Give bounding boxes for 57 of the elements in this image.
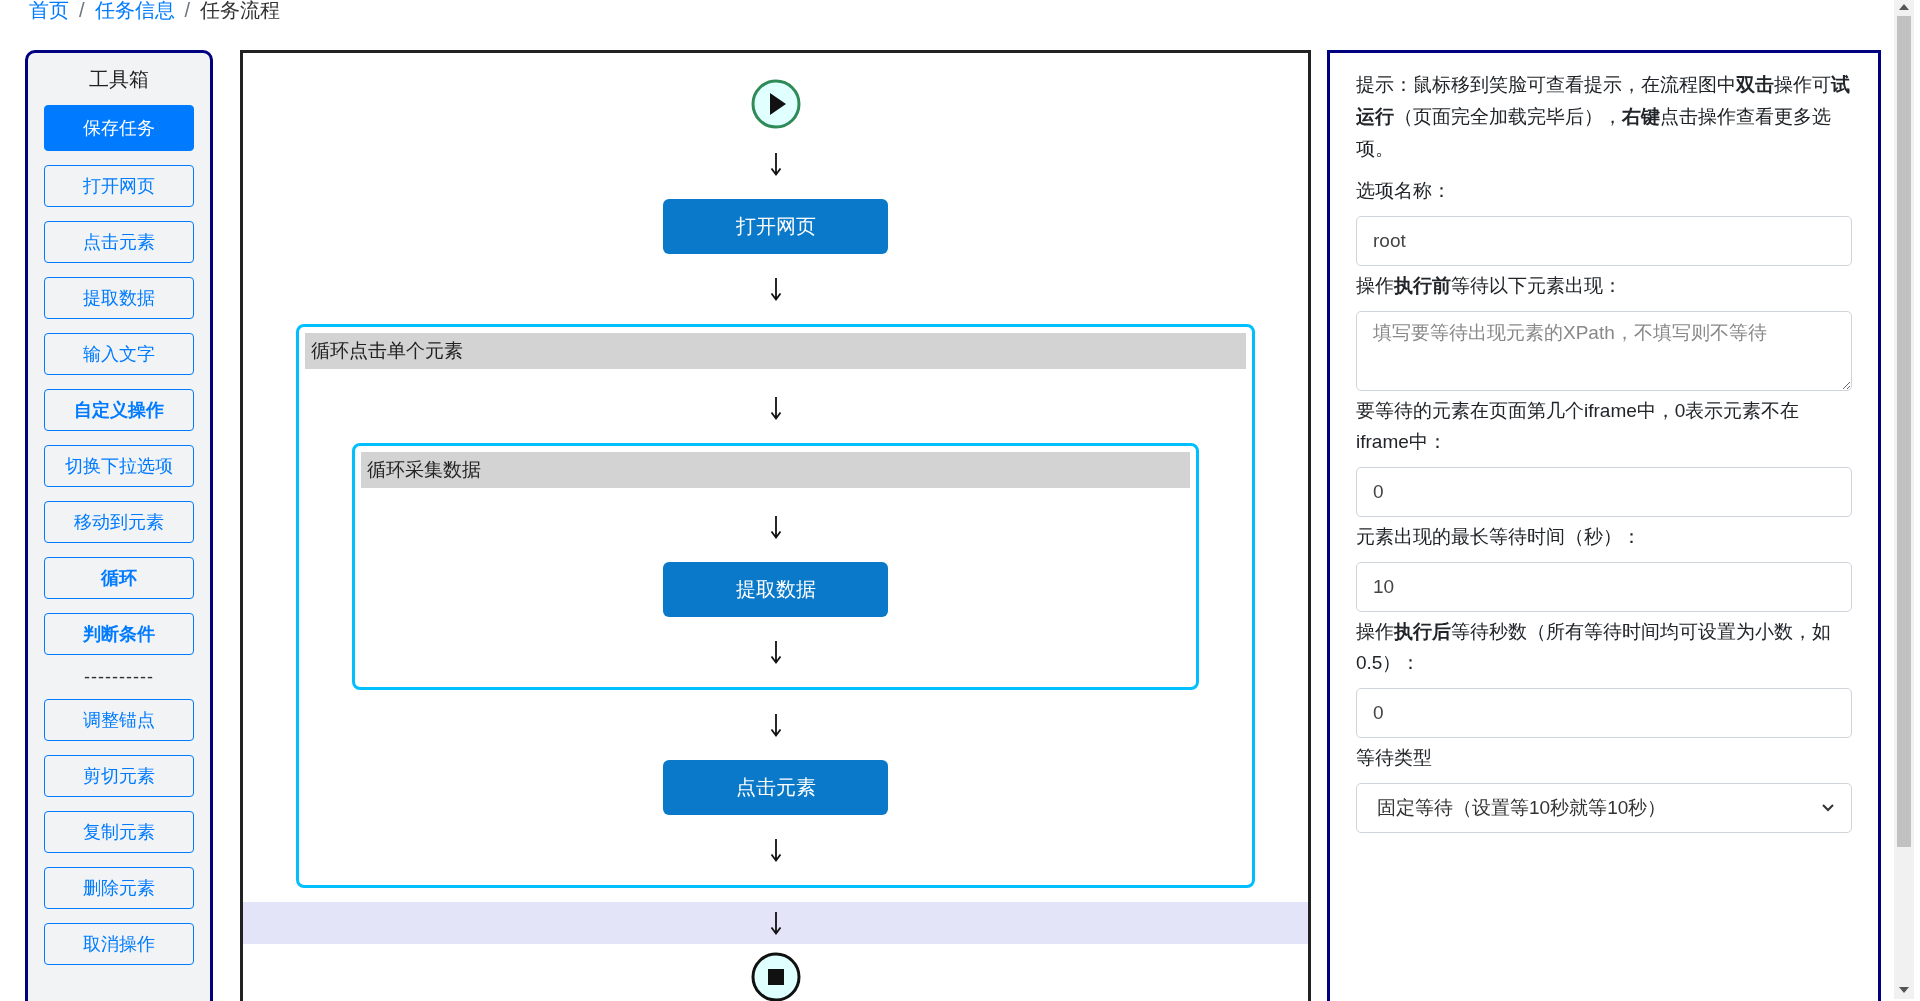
arrow-down-icon bbox=[769, 911, 782, 935]
toolbox-button[interactable]: 自定义操作 bbox=[44, 389, 194, 431]
scrollbar-thumb[interactable] bbox=[1897, 16, 1911, 847]
stop-icon[interactable] bbox=[750, 952, 801, 1001]
arrow-down-icon bbox=[769, 640, 782, 664]
toolbox-button[interactable]: 剪切元素 bbox=[44, 755, 194, 797]
start-icon[interactable] bbox=[750, 79, 801, 129]
input-field[interactable]: root bbox=[1356, 216, 1852, 266]
flow-action-node[interactable]: 点击元素 bbox=[663, 760, 888, 815]
arrow-down-icon bbox=[769, 838, 782, 862]
loop-title: 循环点击单个元素 bbox=[305, 333, 1246, 369]
input-field[interactable]: 0 bbox=[1356, 688, 1852, 738]
breadcrumb-link[interactable]: 任务信息 bbox=[94, 0, 175, 22]
toolbox-button[interactable]: 点击元素 bbox=[44, 221, 194, 263]
loop-block[interactable]: 循环采集数据 提取数据 bbox=[352, 443, 1199, 690]
breadcrumb-link[interactable]: 首页 bbox=[29, 0, 69, 22]
chevron-down-icon bbox=[1821, 803, 1835, 813]
save-button[interactable]: 保存任务 bbox=[44, 105, 194, 151]
toolbox-button[interactable]: 移动到元素 bbox=[44, 501, 194, 543]
scroll-down-icon[interactable] bbox=[1899, 987, 1909, 993]
loop-title: 循环采集数据 bbox=[361, 452, 1190, 488]
breadcrumb-separator: / bbox=[79, 0, 85, 22]
field-label: 选项名称： bbox=[1356, 179, 1452, 203]
breadcrumb-current: 任务流程 bbox=[200, 0, 281, 22]
hint-text: 提示：鼠标移到笑脸可查看提示，在流程图中双击操作可试运行（页面完全加载完毕后），右键点击操作查看更多选项。 bbox=[1356, 73, 1851, 161]
select-field[interactable]: 固定等待（设置等10秒就等10秒） bbox=[1356, 783, 1852, 833]
arrow-down-icon bbox=[769, 515, 782, 539]
scroll-up-icon[interactable] bbox=[1899, 4, 1909, 10]
flow-action-node[interactable]: 打开网页 bbox=[663, 199, 888, 254]
toolbox-button[interactable]: 删除元素 bbox=[44, 867, 194, 909]
toolbox-button[interactable]: 提取数据 bbox=[44, 277, 194, 319]
toolbox-button[interactable]: 复制元素 bbox=[44, 811, 194, 853]
flow-action-node[interactable]: 提取数据 bbox=[663, 562, 888, 617]
toolbox-separator: ---------- bbox=[84, 669, 154, 685]
toolbox-button[interactable]: 调整锚点 bbox=[44, 699, 194, 741]
toolbox-button[interactable]: 打开网页 bbox=[44, 165, 194, 207]
toolbox-title: 工具箱 bbox=[89, 67, 149, 91]
scrollbar[interactable] bbox=[1894, 0, 1914, 999]
textarea-field[interactable]: 填写要等待出现元素的XPath，不填写则不等待 bbox=[1356, 311, 1852, 391]
toolbox-button[interactable]: 切换下拉选项 bbox=[44, 445, 194, 487]
field-label: 操作执行后等待秒数（所有等待时间均可设置为小数，如0.5）： bbox=[1356, 620, 1832, 675]
toolbox-button[interactable]: 输入文字 bbox=[44, 333, 194, 375]
toolbox-button[interactable]: 取消操作 bbox=[44, 923, 194, 965]
arrow-down-icon bbox=[769, 152, 782, 176]
field-label: 操作执行前等待以下元素出现： bbox=[1356, 274, 1623, 298]
field-label: 元素出现的最长等待时间（秒）： bbox=[1356, 525, 1642, 549]
field-label: 要等待的元素在页面第几个iframe中，0表示元素不在iframe中： bbox=[1356, 399, 1801, 454]
toolbox-button[interactable]: 判断条件 bbox=[44, 613, 194, 655]
toolbox-button[interactable]: 循环 bbox=[44, 557, 194, 599]
arrow-down-icon bbox=[769, 713, 782, 737]
input-field[interactable]: 0 bbox=[1356, 467, 1852, 517]
field-label: 等待类型 bbox=[1356, 746, 1433, 770]
breadcrumb-separator: / bbox=[184, 0, 191, 22]
arrow-down-icon bbox=[769, 396, 782, 420]
arrow-down-icon bbox=[769, 277, 782, 301]
input-field[interactable]: 10 bbox=[1356, 562, 1852, 612]
loop-block[interactable]: 循环点击单个元素 循环采集数据 提取数据 点击元素 bbox=[296, 324, 1255, 888]
